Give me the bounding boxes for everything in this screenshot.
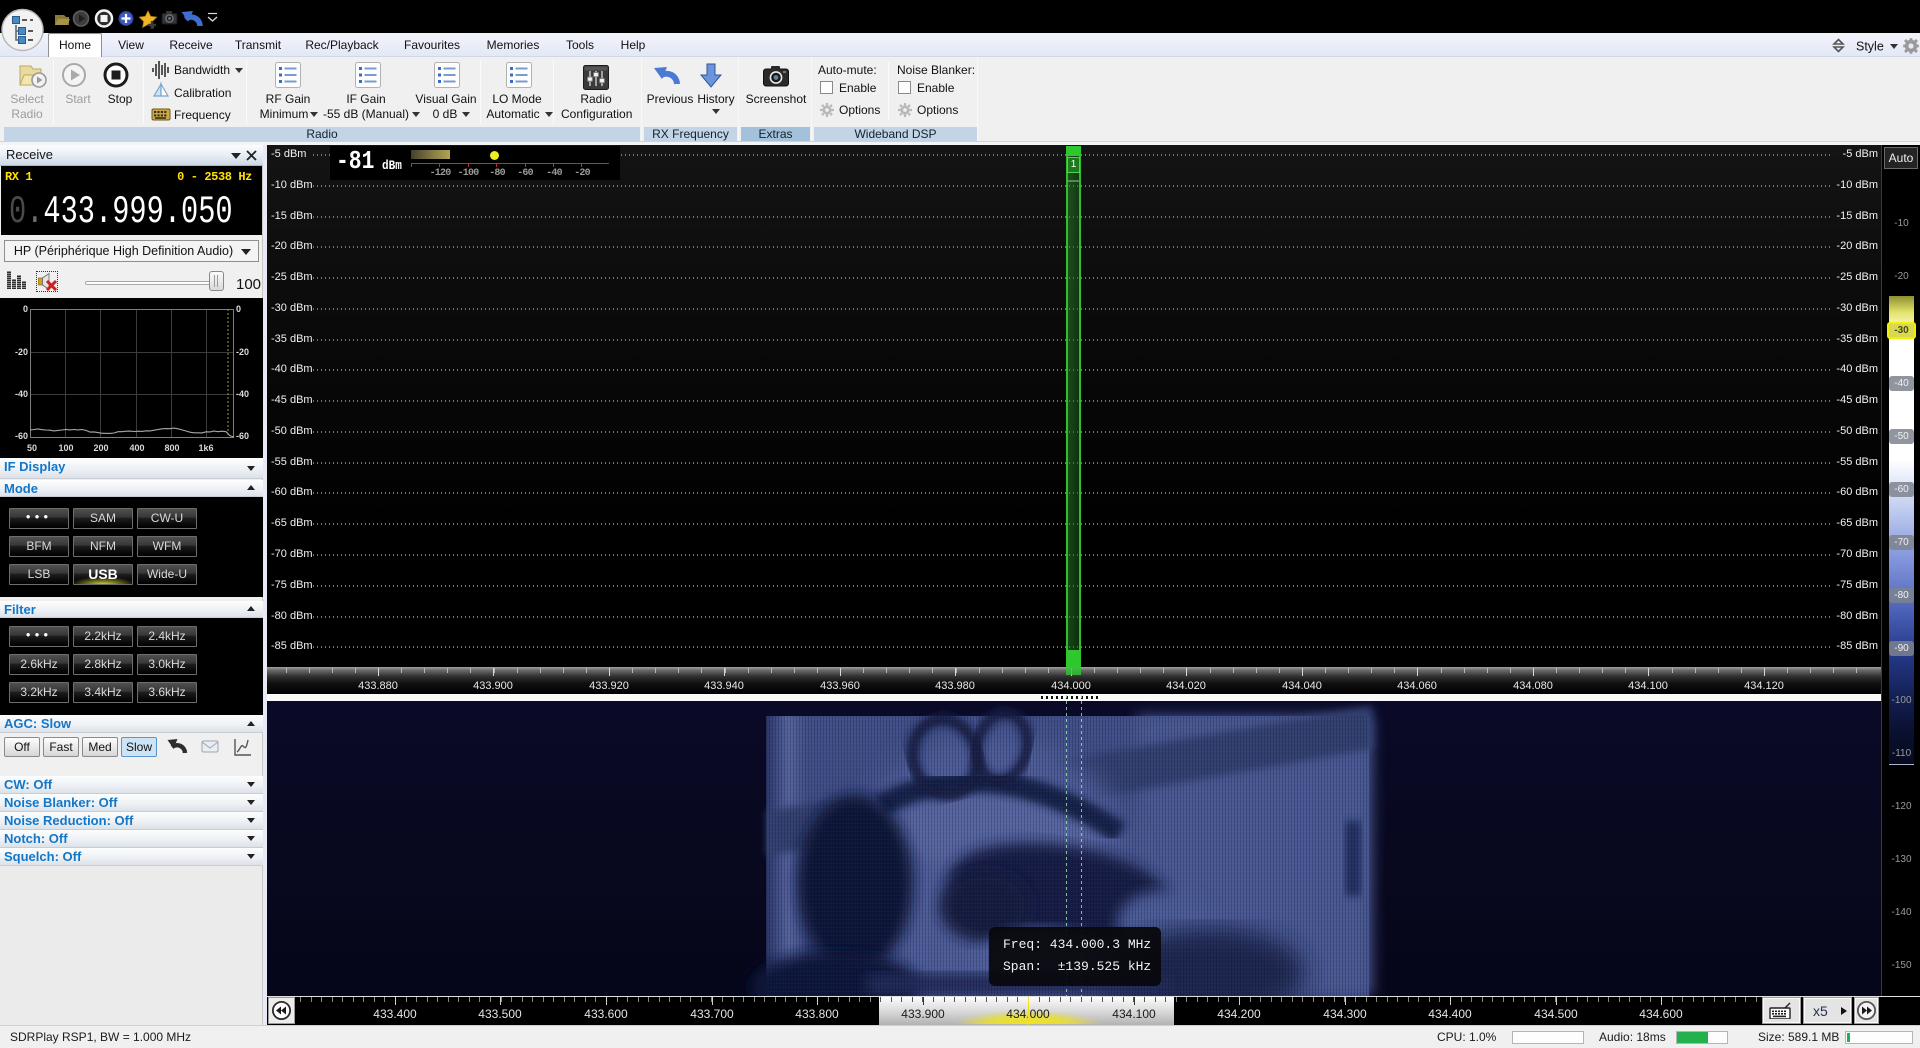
svg-text:Style: Style — [1856, 40, 1884, 54]
